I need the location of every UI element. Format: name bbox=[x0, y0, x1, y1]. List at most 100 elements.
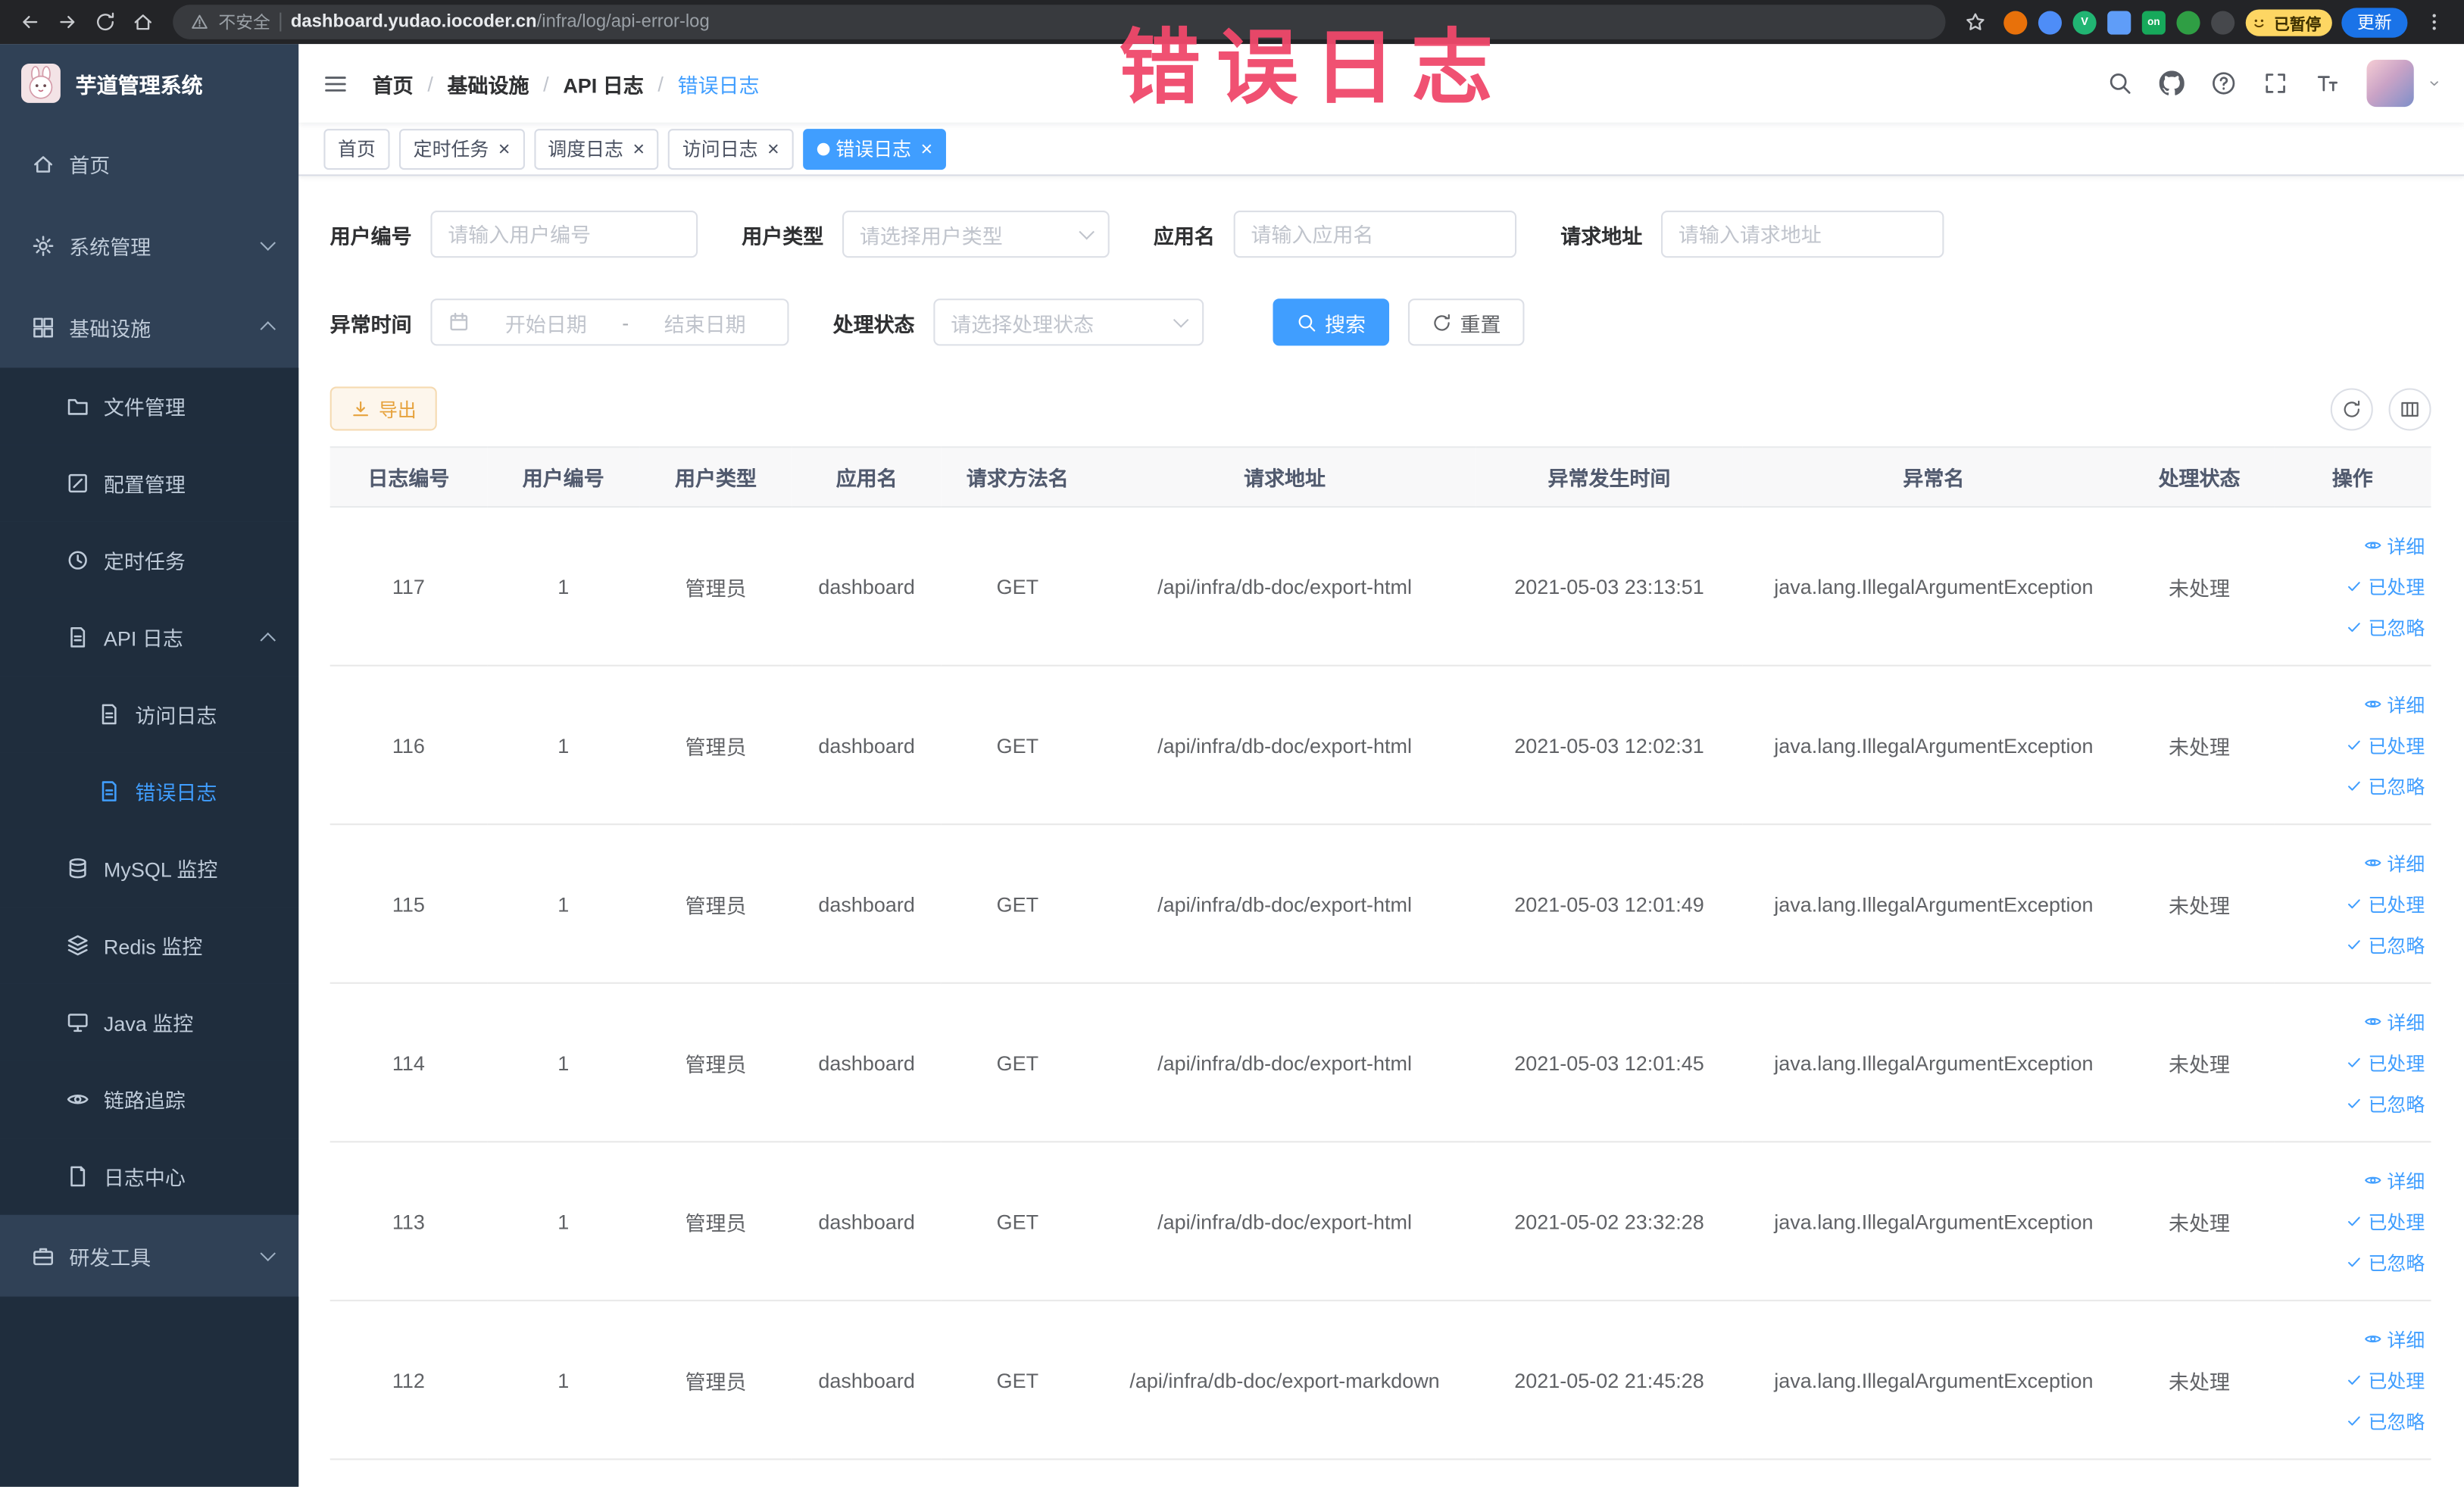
check-icon bbox=[2344, 1411, 2363, 1430]
detail-link[interactable]: 详细 bbox=[2363, 1320, 2425, 1359]
sidebar-item[interactable]: 配置管理 bbox=[0, 445, 299, 522]
ignored-link[interactable]: 已忽略 bbox=[2344, 1242, 2425, 1282]
request-url-input[interactable] bbox=[1661, 211, 1944, 258]
detail-link[interactable]: 详细 bbox=[2363, 1161, 2425, 1200]
paused-badge[interactable]: 已暂停 bbox=[2245, 8, 2332, 36]
adblock-extension-icon[interactable] bbox=[2003, 10, 2028, 34]
smiley-extension-icon bbox=[2249, 12, 2269, 33]
cell-actions: 详细 已处理 已忽略 bbox=[2274, 824, 2431, 984]
cell-app: dashboard bbox=[792, 1300, 942, 1460]
sidebar-item[interactable]: 研发工具 bbox=[0, 1215, 298, 1297]
chevron-down-icon bbox=[1079, 223, 1095, 240]
user-id-input[interactable] bbox=[430, 211, 698, 258]
process-status-select[interactable]: 请选择处理状态 bbox=[933, 298, 1204, 346]
detail-link[interactable]: 详细 bbox=[2363, 685, 2425, 724]
bookmark-star-button[interactable] bbox=[1958, 5, 1993, 39]
tab-close-icon[interactable]: × bbox=[767, 139, 779, 159]
cell-user-type: 管理员 bbox=[639, 507, 792, 667]
view-tab[interactable]: 错误日志 × bbox=[802, 128, 947, 170]
processed-link[interactable]: 已处理 bbox=[2344, 1201, 2425, 1241]
top-navbar: 首页 / 基础设施 / API 日志 / 错误日志 bbox=[298, 44, 2464, 123]
view-tab[interactable]: 首页 bbox=[323, 128, 390, 170]
app-name-input[interactable] bbox=[1233, 211, 1517, 258]
edit-icon bbox=[66, 471, 89, 495]
user-avatar[interactable] bbox=[2366, 59, 2414, 108]
refresh-table-button[interactable] bbox=[2330, 387, 2373, 430]
cell-method: GET bbox=[941, 507, 1094, 667]
processed-link[interactable]: 已处理 bbox=[2344, 1360, 2425, 1400]
tab-close-icon[interactable]: × bbox=[498, 139, 511, 159]
sidebar-item-label: 文件管理 bbox=[103, 395, 186, 420]
sidebar-item[interactable]: 访问日志 bbox=[0, 676, 299, 753]
browser-update-button[interactable]: 更新 bbox=[2341, 7, 2408, 37]
sidebar-item[interactable]: 文件管理 bbox=[0, 367, 299, 445]
breadcrumb-item[interactable]: 基础设施 bbox=[448, 68, 529, 98]
sidebar-item[interactable]: 首页 bbox=[0, 123, 298, 205]
sidebar-item[interactable]: 错误日志 bbox=[0, 752, 299, 830]
leaf-extension-icon[interactable] bbox=[2176, 10, 2200, 34]
ignored-link[interactable]: 已忽略 bbox=[2344, 1401, 2425, 1441]
sidebar-item[interactable]: 基础设施 bbox=[0, 286, 298, 368]
breadcrumb-item[interactable]: API 日志 bbox=[563, 68, 643, 98]
vue-devtools-extension-icon[interactable]: V bbox=[2072, 10, 2097, 34]
sidebar-item[interactable]: 系统管理 bbox=[0, 205, 298, 286]
export-button[interactable]: 导出 bbox=[329, 386, 437, 431]
detail-link[interactable]: 详细 bbox=[2363, 1002, 2425, 1042]
fullscreen-icon[interactable] bbox=[2263, 70, 2288, 95]
ignored-link[interactable]: 已忽略 bbox=[2344, 925, 2425, 964]
browser-reload-button[interactable] bbox=[88, 5, 123, 39]
sidebar-item[interactable]: 日志中心 bbox=[0, 1138, 299, 1215]
columns-toggle-button[interactable] bbox=[2388, 387, 2431, 430]
sidebar-item[interactable]: Java 监控 bbox=[0, 983, 299, 1061]
sidebar-item[interactable]: API 日志 bbox=[0, 598, 299, 676]
user-type-select[interactable]: 请选择用户类型 bbox=[842, 211, 1110, 258]
avatar-caret-down-icon[interactable] bbox=[2426, 76, 2442, 92]
header-search-icon[interactable] bbox=[2107, 70, 2132, 95]
browser-home-button[interactable] bbox=[126, 5, 161, 39]
processed-link[interactable]: 已处理 bbox=[2344, 725, 2425, 764]
exception-time-range-picker[interactable]: 开始日期 - 结束日期 bbox=[430, 298, 789, 346]
doc-icon bbox=[98, 702, 121, 726]
sidebar-item-label: 研发工具 bbox=[69, 1245, 151, 1270]
reset-button[interactable]: 重置 bbox=[1408, 298, 1525, 346]
switch-on-extension-icon[interactable]: on bbox=[2141, 10, 2166, 34]
ignored-link[interactable]: 已忽略 bbox=[2344, 608, 2425, 647]
processed-link[interactable]: 已处理 bbox=[2344, 884, 2425, 923]
sidebar-item[interactable]: 链路追踪 bbox=[0, 1061, 299, 1139]
drop-extension-icon[interactable] bbox=[2038, 10, 2063, 34]
breadcrumb-item[interactable]: 首页 bbox=[373, 68, 414, 98]
browser-back-button[interactable] bbox=[13, 5, 48, 39]
sidebar-item[interactable]: MySQL 监控 bbox=[0, 829, 299, 908]
detail-link[interactable]: 详细 bbox=[2363, 526, 2425, 565]
view-tab[interactable]: 调度日志 × bbox=[533, 128, 659, 170]
app-logo[interactable]: 芋道管理系统 bbox=[0, 44, 298, 123]
browser-forward-button[interactable] bbox=[50, 5, 85, 39]
view-tab[interactable]: 定时任务 × bbox=[399, 128, 525, 170]
cell-method: GET bbox=[941, 665, 1094, 826]
column-header: 请求方法名 bbox=[941, 446, 1094, 508]
processed-link[interactable]: 已处理 bbox=[2344, 567, 2425, 606]
grid-extension-icon[interactable] bbox=[2107, 10, 2131, 34]
action-label: 已处理 bbox=[2368, 734, 2425, 757]
tab-close-icon[interactable]: × bbox=[632, 139, 645, 159]
detail-link[interactable]: 详细 bbox=[2363, 843, 2425, 883]
cell-method: GET bbox=[941, 1300, 1094, 1460]
search-button[interactable]: 搜索 bbox=[1273, 298, 1390, 346]
view-tab[interactable]: 访问日志 × bbox=[668, 128, 794, 170]
browser-menu-button[interactable] bbox=[2417, 5, 2452, 39]
address-bar[interactable]: 不安全 dashboard.yudao.iocoder.cn/infra/log… bbox=[173, 5, 1946, 39]
font-size-icon[interactable] bbox=[2315, 70, 2340, 95]
paw-extension-icon[interactable] bbox=[2211, 10, 2235, 34]
logo-image bbox=[20, 63, 61, 104]
cell-time: 2021-05-02 23:32:28 bbox=[1476, 1142, 1743, 1301]
sidebar-toggle-button[interactable] bbox=[298, 70, 373, 96]
ignored-link[interactable]: 已忽略 bbox=[2344, 1084, 2425, 1123]
sidebar-item[interactable]: Redis 监控 bbox=[0, 907, 299, 984]
sidebar-item[interactable]: 定时任务 bbox=[0, 521, 299, 599]
github-icon[interactable] bbox=[2159, 70, 2184, 95]
help-icon[interactable] bbox=[2211, 70, 2236, 95]
processed-link[interactable]: 已处理 bbox=[2344, 1043, 2425, 1082]
ignored-link[interactable]: 已忽略 bbox=[2344, 766, 2425, 805]
breadcrumb: 首页 / 基础设施 / API 日志 / 错误日志 bbox=[373, 68, 760, 98]
tab-close-icon[interactable]: × bbox=[920, 139, 932, 159]
